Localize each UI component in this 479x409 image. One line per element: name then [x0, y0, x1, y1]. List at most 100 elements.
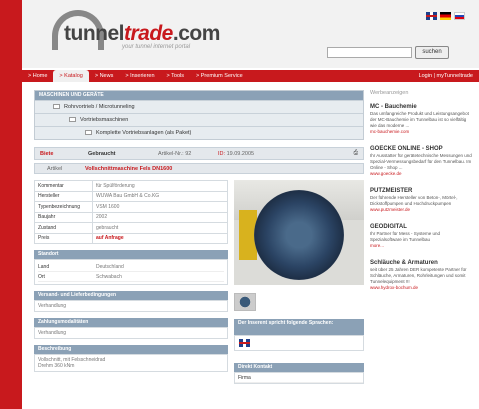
de-flag-icon[interactable] — [440, 12, 451, 20]
ad-link[interactable]: more... — [370, 243, 472, 249]
list-item: Land Deutschland — [38, 262, 224, 272]
nav-tools[interactable]: > Tools — [161, 70, 190, 82]
spec-key: Baujahr — [34, 211, 93, 223]
listing-date: ID: 19.09.2005 — [213, 151, 293, 157]
table-row: Preis auf Anfrage — [34, 232, 228, 244]
spec-key: Typenbezeichnung — [34, 201, 93, 213]
tree-item-label: Vortriebsmaschinen — [80, 117, 129, 123]
ad-item[interactable]: PUTZMEISTER Der führende Hersteller von … — [370, 187, 472, 213]
ru-flag-icon[interactable] — [454, 12, 465, 20]
spec-value: VSM 1600 — [92, 201, 228, 213]
listing-condition: Gebraucht — [88, 150, 116, 157]
ad-item[interactable]: MC - Bauchemie Das umfangreiche Produkt … — [370, 103, 472, 135]
beschreibung-body: Vollschnitt, mit Felsschneidrad Drehm 36… — [34, 354, 228, 372]
location-value: Schwabach — [96, 273, 122, 280]
article-title-bar: Artikel Vollschnittmaschine Fels DN1600 — [34, 163, 364, 174]
ad-link[interactable]: mc-bauchemie.com — [370, 129, 472, 135]
folder-icon — [69, 117, 76, 123]
ad-text: Ihr Partner für Mess - Systeme und Spezi… — [370, 231, 441, 242]
location-key: Land — [38, 263, 50, 270]
page: tunneltrade.com your tunnel internet por… — [22, 0, 479, 409]
list-item: Ort Schwabach — [38, 272, 224, 282]
tree-item-vortriebsmaschinen[interactable]: Vortriebsmaschinen — [35, 113, 363, 126]
nav-premium[interactable]: > Premium Service — [190, 70, 249, 82]
tree-item-label: Rohrvortrieb / Microtunneling — [64, 104, 135, 110]
ads-title: Werbeanzeigen — [370, 90, 409, 96]
listing-status-bar: Biete Gebraucht Artikel-Nr.: 92 ID: 19.0… — [34, 147, 364, 160]
price-value: auf Anfrage — [92, 232, 228, 244]
ad-text: Der führende Hersteller von Beton-, Mört… — [370, 195, 458, 206]
ad-title: MC - Bauchemie — [370, 104, 417, 110]
photo-thumbnail[interactable] — [234, 293, 256, 311]
ad-text: Ihr Ausstatter für gerätetechnische Mess… — [370, 153, 472, 170]
languages-heading: Der Inserent spricht folgende Sprachen: — [234, 319, 364, 335]
nav-home[interactable]: > Home — [22, 70, 53, 82]
article-number: Artikel-Nr.: 92 — [158, 150, 192, 157]
logo-subtitle: your tunnel internet portal — [122, 44, 191, 50]
ad-text: seit über 25 Jahren DER kompetente Partn… — [370, 267, 467, 284]
table-row: Kommentar für Spülförderung — [34, 180, 228, 192]
spec-value: 2002 — [92, 211, 228, 223]
folder-icon — [85, 130, 92, 136]
spec-key: Hersteller — [34, 190, 93, 202]
versand-body: Verhandlung — [34, 300, 228, 312]
location-key: Ort — [38, 273, 45, 280]
table-row: Baujahr 2002 — [34, 211, 228, 223]
nav-inserieren[interactable]: > Inserieren — [119, 70, 160, 82]
standort-body: Land Deutschland Ort Schwabach — [34, 259, 228, 285]
category-tree: MASCHINEN UND GERÄTE Rohrvortrieb / Micr… — [34, 90, 364, 140]
tunnel-boring-machine-image — [254, 190, 344, 280]
spec-value: für Spülförderung — [92, 180, 228, 192]
standort-heading: Standort — [34, 250, 228, 259]
beschreibung-heading: Beschreibung — [34, 345, 228, 354]
table-row: Typenbezeichnung VSM 1600 — [34, 201, 228, 213]
location-value: Deutschland — [96, 263, 124, 270]
ad-link[interactable]: www.goecke.de — [370, 171, 472, 177]
uk-flag-icon[interactable] — [426, 12, 437, 20]
spec-table: Kommentar für Spülförderung Hersteller WUW… — [34, 180, 228, 244]
ad-item[interactable]: Schläuche & Armaturen seit über 25 Jahre… — [370, 259, 472, 291]
logo[interactable]: tunneltrade.com — [64, 22, 220, 46]
header: tunneltrade.com your tunnel internet por… — [22, 0, 479, 68]
spec-key: Zustand — [34, 222, 93, 234]
ad-title: GOECKE ONLINE - SHOP — [370, 146, 443, 152]
print-icon[interactable]: ⎙ — [349, 150, 363, 157]
table-row: Hersteller WUWA Bau GmbH & Co.KG — [34, 190, 228, 202]
logo-main: tunnel — [64, 22, 125, 45]
nav-login[interactable]: Login | myTunneltrade — [413, 70, 479, 82]
ad-link[interactable]: www.putzmeister.de — [370, 207, 472, 213]
spec-value: gebraucht — [92, 222, 228, 234]
tree-item-komplette[interactable]: Komplette Vortriebsanlagen (als Paket) — [35, 126, 363, 139]
date-value: 19.09.2005 — [226, 150, 255, 157]
contact-heading: Direkt Kontakt — [234, 363, 364, 372]
ad-title: Schläuche & Armaturen — [370, 260, 438, 266]
main-content: MASCHINEN UND GERÄTE Rohrvortrieb / Micr… — [34, 90, 364, 409]
zahlung-body: Verhandlung — [34, 327, 228, 339]
article-label: Artikel — [47, 165, 63, 172]
language-flags — [426, 12, 465, 20]
contact-row: Firma — [235, 373, 363, 383]
nav-katalog[interactable]: > Katalog — [53, 70, 89, 82]
logo-accent: trade — [124, 22, 173, 45]
uk-flag-icon — [239, 339, 250, 347]
nav-news[interactable]: > News — [89, 70, 120, 82]
ad-text: Das umfangreiche Produkt und Leistungsan… — [370, 111, 469, 128]
search-input[interactable] — [327, 47, 412, 58]
article-title: Vollschnittmaschine Fels DN1600 — [85, 165, 173, 172]
tree-item-label: Komplette Vortriebsanlagen (als Paket) — [96, 130, 192, 136]
ad-item[interactable]: GOECKE ONLINE - SHOP Ihr Ausstatter für … — [370, 145, 472, 177]
spec-key: Preis — [34, 232, 93, 244]
folder-icon — [53, 104, 60, 110]
search-button[interactable]: suchen — [415, 46, 449, 59]
detail-left-column: Kommentar für Spülförderung Hersteller WUW… — [34, 180, 228, 384]
ad-link[interactable]: www.hydrox-bochum.de — [370, 285, 472, 291]
detail-right-column: Der Inserent spricht folgende Sprachen: … — [234, 180, 364, 384]
machine-photo[interactable] — [234, 180, 364, 285]
main-nav: > Home > Katalog > News > Inserieren > T… — [22, 70, 479, 82]
contact-key: Firma — [238, 374, 251, 381]
ad-title: PUTZMEISTER — [370, 188, 413, 194]
ad-item[interactable]: GEODIGITAL Ihr Partner für Mess - System… — [370, 223, 472, 249]
contact-table: Firma — [234, 372, 364, 384]
ad-title: GEODIGITAL — [370, 224, 407, 230]
tree-item-rohrvortrieb[interactable]: Rohrvortrieb / Microtunneling — [35, 100, 363, 113]
